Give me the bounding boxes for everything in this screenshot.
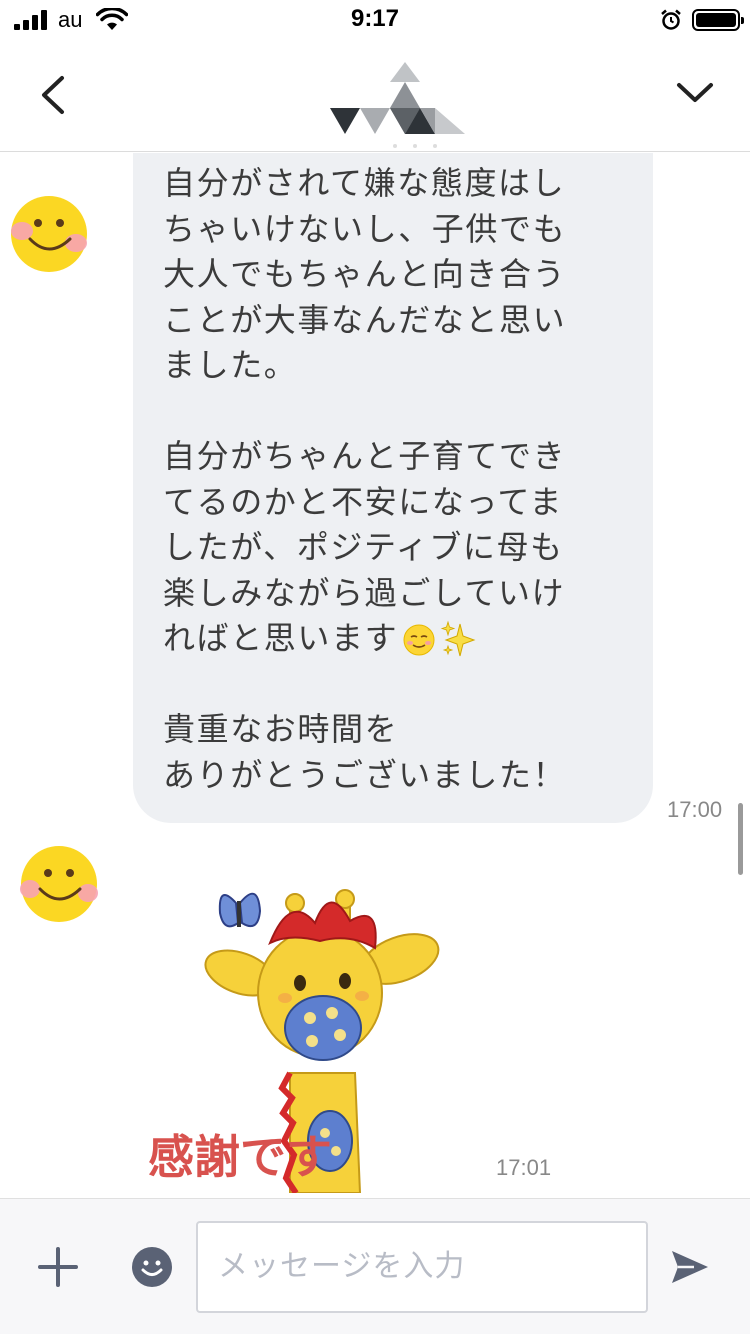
message-line: 楽しみながら過ごしていけ (163, 573, 566, 612)
message-line: ことが大事なんだなと思い (163, 300, 567, 339)
smiley-face-icon[interactable] (8, 193, 90, 275)
chat-header (0, 40, 750, 152)
chevron-down-icon[interactable] (670, 68, 720, 118)
send-icon[interactable] (668, 1245, 712, 1289)
emoji-icon[interactable] (132, 1247, 172, 1287)
message-line: ちゃいけないし、子供でも (163, 209, 567, 248)
message-line: 貴重なお時間を (163, 710, 399, 748)
message-line: 自分がちゃんと子育てでき (163, 437, 567, 475)
relieved-face-icon (403, 624, 435, 656)
message-line: 自分がされて嫌な態度はし (163, 164, 566, 202)
plus-icon[interactable] (36, 1245, 80, 1289)
message-input-bar: メッセージを入力 (0, 1198, 750, 1334)
status-time: 9:17 (350, 5, 400, 32)
message-line-with-emoji: ればと思います (163, 616, 603, 662)
message-line: てるのかと不安になってま (163, 482, 564, 521)
message-line: ればと思います (163, 619, 399, 657)
alarm-icon (661, 9, 681, 30)
message-line: ありがとうございました！ (163, 755, 567, 794)
status-bar: au 9:17 (0, 0, 750, 40)
back-button[interactable] (30, 70, 80, 120)
message-timestamp: 17:00 (667, 797, 723, 822)
smiley-face-icon[interactable] (18, 843, 100, 925)
message-line: 大人でもちゃんと向き合う (163, 255, 567, 293)
triangles-logo-icon (330, 62, 465, 148)
sticker-caption: 感謝です (148, 1130, 332, 1184)
message-line: ました。 (163, 346, 298, 384)
giraffe-sticker-icon: 感謝です (148, 889, 440, 1195)
message-text: 自分がされて嫌な態度はし ちゃいけないし、子供でも 大人でもちゃんと向き合う こ… (163, 161, 603, 798)
message-line: したが、ポジティブに母も (163, 528, 564, 566)
scrollbar-thumb[interactable] (738, 803, 743, 875)
chat-area[interactable]: 自分がされて嫌な態度はし ちゃいけないし、子供でも 大人でもちゃんと向き合う こ… (0, 153, 750, 1198)
message-input[interactable]: メッセージを入力 (196, 1221, 648, 1313)
battery-icon (692, 9, 744, 31)
sticker-timestamp: 17:01 (496, 1155, 552, 1180)
giraffe-sticker[interactable]: 感謝です (140, 863, 480, 1195)
sparkles-icon (440, 620, 476, 657)
